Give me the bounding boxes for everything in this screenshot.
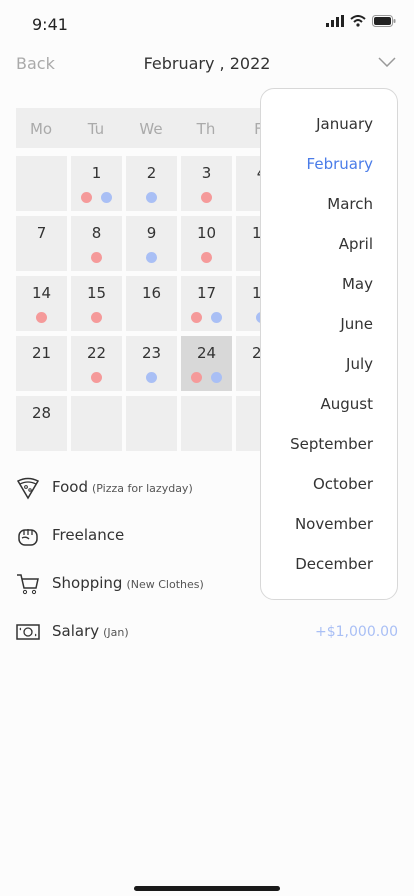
month-year-title[interactable]: February , 2022	[0, 54, 414, 73]
transaction-row[interactable]: Salary (Jan) +$1,000.00	[16, 614, 398, 654]
calendar-day[interactable]: 10	[181, 216, 232, 271]
month-option-november[interactable]: November	[295, 515, 373, 533]
month-option-june[interactable]: June	[340, 315, 373, 333]
month-dropdown: January February March April May June July Augu…	[260, 88, 398, 600]
day-number: 10	[196, 224, 217, 242]
expense-dot	[201, 192, 212, 203]
cart-icon	[17, 574, 39, 595]
day-number: 24	[196, 344, 217, 362]
day-number: 21	[31, 344, 52, 362]
day-number: 16	[141, 284, 162, 302]
expense-dot	[191, 312, 202, 323]
day-number: 2	[146, 164, 157, 182]
chevron-down-icon[interactable]	[378, 57, 396, 67]
transaction-name: Shopping	[52, 574, 123, 592]
wifi-icon	[350, 15, 366, 27]
home-indicator	[134, 886, 280, 891]
month-option-september[interactable]: September	[290, 435, 373, 453]
calendar-day[interactable]: 22	[71, 336, 122, 391]
calendar-day[interactable]: 8	[71, 216, 122, 271]
expense-dot	[201, 252, 212, 263]
calendar-day[interactable]: 9	[126, 216, 177, 271]
day-number: 15	[86, 284, 107, 302]
month-option-may[interactable]: May	[342, 275, 373, 293]
calendar-day[interactable]: 16	[126, 276, 177, 331]
income-dot	[146, 252, 157, 263]
calendar-day[interactable]: 23	[126, 336, 177, 391]
month-option-august[interactable]: August	[321, 395, 374, 413]
day-number: 17	[196, 284, 217, 302]
expense-dot	[81, 192, 92, 203]
day-number: 7	[36, 224, 47, 242]
expense-dot	[36, 312, 47, 323]
pizza-icon	[16, 477, 40, 500]
weekday-label: Mo	[29, 120, 53, 138]
expense-dot	[91, 252, 102, 263]
expense-dot	[191, 372, 202, 383]
calendar-day[interactable]: 15	[71, 276, 122, 331]
month-option-january[interactable]: January	[316, 115, 373, 133]
income-dot	[146, 372, 157, 383]
calendar-day[interactable]: 2	[126, 156, 177, 211]
cash-icon	[16, 624, 40, 640]
calendar-day[interactable]: 1	[71, 156, 122, 211]
income-dot	[211, 312, 222, 323]
day-number: 8	[91, 224, 102, 242]
calendar-day[interactable]: 14	[16, 276, 67, 331]
day-number: 3	[201, 164, 212, 182]
status-icons	[326, 15, 396, 27]
month-option-october[interactable]: October	[313, 475, 373, 493]
signal-icon	[326, 15, 344, 27]
transaction-name: Freelance	[52, 526, 125, 544]
transaction-amount: +$1,000.00	[315, 624, 398, 640]
battery-icon	[372, 15, 396, 27]
day-number: 14	[31, 284, 52, 302]
status-bar: 9:41	[0, 0, 414, 48]
day-number: 1	[91, 164, 102, 182]
calendar-empty-cell	[71, 396, 122, 451]
transaction-note: (New Clothes)	[126, 578, 204, 591]
calendar-day[interactable]: 7	[16, 216, 67, 271]
calendar-empty-cell	[181, 396, 232, 451]
month-option-july[interactable]: July	[346, 355, 373, 373]
month-option-december[interactable]: December	[295, 555, 373, 573]
month-option-february[interactable]: February	[307, 155, 373, 173]
day-number: 23	[141, 344, 162, 362]
calendar-day[interactable]: 3	[181, 156, 232, 211]
month-option-march[interactable]: March	[327, 195, 373, 213]
calendar-day[interactable]: 28	[16, 396, 67, 451]
transaction-note: (Jan)	[103, 626, 129, 639]
weekday-label: Tu	[87, 120, 105, 138]
expense-dot	[91, 312, 102, 323]
expense-dot	[91, 372, 102, 383]
day-number: 22	[86, 344, 107, 362]
header: Back February , 2022	[0, 48, 414, 82]
day-number: 9	[146, 224, 157, 242]
transaction-note: (Pizza for lazyday)	[91, 482, 193, 495]
transaction-name: Food	[52, 478, 88, 496]
day-number: 28	[31, 404, 52, 422]
calendar-day[interactable]: 24	[181, 336, 232, 391]
income-dot	[101, 192, 112, 203]
income-dot	[211, 372, 222, 383]
income-dot	[146, 192, 157, 203]
calendar-day[interactable]: 17	[181, 276, 232, 331]
calendar-day[interactable]: 21	[16, 336, 67, 391]
weekday-label: Th	[196, 120, 216, 138]
month-option-april[interactable]: April	[339, 235, 373, 253]
status-time: 9:41	[32, 15, 68, 34]
calendar-empty-cell	[126, 396, 177, 451]
fist-icon	[18, 529, 38, 546]
transaction-name: Salary	[52, 622, 100, 640]
weekday-label: We	[139, 120, 163, 138]
calendar-empty-cell	[16, 156, 67, 211]
